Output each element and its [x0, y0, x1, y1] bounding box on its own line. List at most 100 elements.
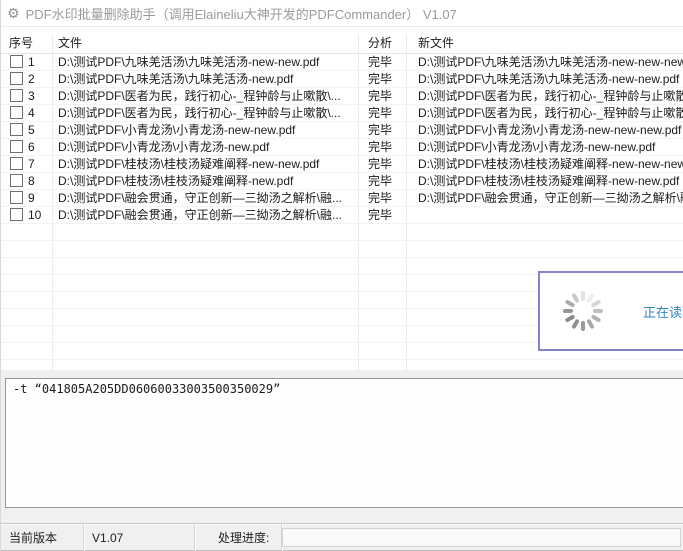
status-cell: 完毕 — [359, 207, 407, 223]
index-cell: 3 — [1, 88, 53, 104]
index-cell: 5 — [1, 122, 53, 138]
new-file-cell: D:\测试PDF\桂枝汤\桂枝汤疑难阐释-new-new-new.pdf — [407, 156, 683, 172]
table-row[interactable]: 10 D:\测试PDF\融会贯通，守正创新—三拗汤之解析\融... 完毕 — [1, 207, 683, 224]
row-checkbox[interactable] — [10, 89, 23, 102]
index-cell: 7 — [1, 156, 53, 172]
row-number: 4 — [28, 106, 35, 120]
version-value: V1.07 — [84, 531, 194, 545]
column-header-analysis[interactable]: 分析 — [359, 34, 407, 53]
table-row[interactable]: 9 D:\测试PDF\融会贯通，守正创新—三拗汤之解析\融... 完毕 D:\测… — [1, 190, 683, 207]
status-bar: 当前版本 V1.07 处理进度: — [1, 523, 683, 551]
table-row[interactable]: 4 D:\测试PDF\医者为民，践行初心-_程钟龄与止嗽散\... 完毕 D:\… — [1, 105, 683, 122]
index-cell — [1, 258, 53, 274]
statusbar-divider — [194, 524, 195, 551]
index-cell: 4 — [1, 105, 53, 121]
index-cell — [1, 309, 53, 325]
file-path-cell: D:\测试PDF\医者为民，践行初心-_程钟龄与止嗽散\... — [53, 105, 359, 121]
file-path-cell: D:\测试PDF\小青龙汤\小青龙汤-new.pdf — [53, 139, 359, 155]
index-cell — [1, 343, 53, 359]
status-cell: 完毕 — [359, 190, 407, 206]
gear-icon: ⚙ — [7, 6, 20, 20]
status-cell — [359, 292, 407, 308]
column-header-file[interactable]: 文件 — [53, 34, 359, 53]
table-row-empty — [1, 224, 683, 241]
status-cell: 完毕 — [359, 71, 407, 87]
new-file-cell — [407, 207, 683, 223]
status-cell: 完毕 — [359, 156, 407, 172]
row-number: 1 — [28, 55, 35, 69]
index-cell — [1, 326, 53, 342]
loading-message: 正在读取 — [643, 302, 683, 321]
status-cell — [359, 326, 407, 342]
loading-dialog: 正在读取 — [538, 271, 683, 351]
progress-panel — [282, 528, 681, 547]
row-checkbox[interactable] — [10, 157, 23, 170]
file-path-cell — [53, 292, 359, 308]
status-cell: 完毕 — [359, 122, 407, 138]
row-checkbox[interactable] — [10, 72, 23, 85]
title-bar[interactable]: ⚙ PDF水印批量删除助手（调用Elaineliu大神开发的PDFCommand… — [1, 0, 683, 27]
file-path-cell: D:\测试PDF\九味羌活汤\九味羌活汤-new.pdf — [53, 71, 359, 87]
row-number: 3 — [28, 89, 35, 103]
status-cell — [359, 224, 407, 240]
status-cell: 完毕 — [359, 139, 407, 155]
status-cell: 完毕 — [359, 105, 407, 121]
row-number: 8 — [28, 174, 35, 188]
index-cell: 6 — [1, 139, 53, 155]
index-cell: 2 — [1, 71, 53, 87]
table-row[interactable]: 7 D:\测试PDF\桂枝汤\桂枝汤疑难阐释-new-new.pdf 完毕 D:… — [1, 156, 683, 173]
window-title: PDF水印批量删除助手（调用Elaineliu大神开发的PDFCommander… — [26, 4, 457, 23]
file-path-cell — [53, 343, 359, 359]
table-row[interactable]: 8 D:\测试PDF\桂枝汤\桂枝汤疑难阐释-new.pdf 完毕 D:\测试P… — [1, 173, 683, 190]
table-row[interactable]: 5 D:\测试PDF\小青龙汤\小青龙汤-new-new.pdf 完毕 D:\测… — [1, 122, 683, 139]
row-checkbox[interactable] — [10, 123, 23, 136]
new-file-cell: D:\测试PDF\九味羌活汤\九味羌活汤-new-new-new.pdf — [407, 54, 683, 70]
new-file-cell: D:\测试PDF\桂枝汤\桂枝汤疑难阐释-new-new.pdf — [407, 173, 683, 189]
table-row[interactable]: 1 D:\测试PDF\九味羌活汤\九味羌活汤-new-new.pdf 完毕 D:… — [1, 54, 683, 71]
row-checkbox[interactable] — [10, 55, 23, 68]
row-number: 6 — [28, 140, 35, 154]
status-cell: 完毕 — [359, 88, 407, 104]
row-number: 7 — [28, 157, 35, 171]
index-cell — [1, 292, 53, 308]
row-number: 2 — [28, 72, 35, 86]
file-path-cell: D:\测试PDF\小青龙汤\小青龙汤-new-new.pdf — [53, 122, 359, 138]
table-row[interactable]: 3 D:\测试PDF\医者为民，践行初心-_程钟龄与止嗽散\... 完毕 D:\… — [1, 88, 683, 105]
row-checkbox[interactable] — [10, 208, 23, 221]
app-window: ⚙ PDF水印批量删除助手（调用Elaineliu大神开发的PDFCommand… — [0, 0, 683, 551]
index-cell: 8 — [1, 173, 53, 189]
new-file-cell: D:\测试PDF\融会贯通，守正创新—三拗汤之解析\融 — [407, 190, 683, 206]
index-cell — [1, 241, 53, 257]
index-cell — [1, 275, 53, 291]
command-output-box[interactable]: -t “041805A205DD06060033003500350029” — [5, 378, 683, 508]
table-row[interactable]: 2 D:\测试PDF\九味羌活汤\九味羌活汤-new.pdf 完毕 D:\测试P… — [1, 71, 683, 88]
command-text: -t “041805A205DD06060033003500350029” — [13, 382, 683, 397]
column-header-new-file[interactable]: 新文件 — [407, 34, 683, 53]
column-header-index[interactable]: 序号 — [1, 34, 53, 53]
new-file-cell: D:\测试PDF\医者为民，践行初心-_程钟龄与止嗽散 — [407, 88, 683, 104]
table-header: 序号 文件 分析 新文件 — [1, 34, 683, 54]
status-cell — [359, 275, 407, 291]
new-file-cell: D:\测试PDF\小青龙汤\小青龙汤-new-new-new.pdf — [407, 122, 683, 138]
status-cell — [359, 360, 407, 370]
row-checkbox[interactable] — [10, 191, 23, 204]
index-cell — [1, 360, 53, 370]
row-number: 5 — [28, 123, 35, 137]
new-file-cell — [407, 360, 683, 370]
file-path-cell — [53, 326, 359, 342]
row-checkbox[interactable] — [10, 140, 23, 153]
status-cell: 完毕 — [359, 54, 407, 70]
file-path-cell: D:\测试PDF\医者为民，践行初心-_程钟龄与止嗽散\... — [53, 88, 359, 104]
index-cell — [1, 224, 53, 240]
status-cell — [359, 241, 407, 257]
progress-label: 处理进度: — [210, 529, 281, 546]
status-cell — [359, 258, 407, 274]
version-label: 当前版本 — [1, 529, 83, 546]
new-file-cell: D:\测试PDF\九味羌活汤\九味羌活汤-new-new.pdf — [407, 71, 683, 87]
row-checkbox[interactable] — [10, 106, 23, 119]
file-path-cell: D:\测试PDF\融会贯通，守正创新—三拗汤之解析\融... — [53, 190, 359, 206]
file-path-cell — [53, 360, 359, 370]
row-checkbox[interactable] — [10, 174, 23, 187]
table-row[interactable]: 6 D:\测试PDF\小青龙汤\小青龙汤-new.pdf 完毕 D:\测试PDF… — [1, 139, 683, 156]
file-path-cell: D:\测试PDF\融会贯通，守正创新—三拗汤之解析\融... — [53, 207, 359, 223]
